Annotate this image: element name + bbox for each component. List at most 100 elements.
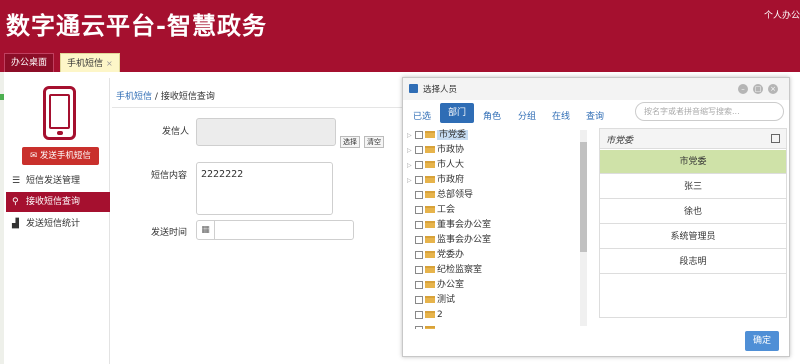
maximize-icon[interactable]: □ (753, 84, 763, 94)
tree-node[interactable] (407, 323, 437, 329)
close-icon[interactable]: × (106, 59, 113, 68)
calendar-icon[interactable]: ▦ (197, 221, 215, 239)
sidebar-item-received-sms-query[interactable]: ⚲ 接收短信查询 (6, 192, 110, 212)
tab-query[interactable]: 查询 (586, 109, 604, 122)
scrollbar-thumb[interactable] (580, 142, 587, 252)
dialog-app-icon (409, 84, 418, 93)
checkbox[interactable] (415, 295, 423, 304)
send-sms-button[interactable]: ✉ 发送手机短信 (22, 147, 99, 165)
select-person-dialog: 选择人员 – □ × 已选 部门 角色 分组 在线 查询 按名字或者拼音缩写搜索… (402, 77, 790, 357)
tree-node[interactable]: 2 (407, 308, 443, 322)
tab-mobile-sms[interactable]: 手机短信 × (60, 53, 120, 72)
tree-scrollbar[interactable] (580, 130, 587, 326)
tab-selected[interactable]: 已选 (413, 109, 431, 122)
expand-indicator-icon[interactable] (0, 94, 4, 100)
tree-node-label: 董事会办公室 (437, 220, 492, 230)
expand-arrow-icon[interactable]: ▷ (407, 129, 415, 143)
tree-node[interactable]: 监事会办公室 (407, 233, 491, 247)
folder-icon (425, 266, 435, 273)
person-item[interactable]: 段志明 (600, 250, 786, 274)
tree-node[interactable]: ▷ 市政协 (407, 143, 464, 157)
person-item[interactable]: 系统管理员 (600, 225, 786, 249)
tree-node[interactable]: 测试 (407, 293, 455, 307)
tree-node[interactable]: 办公室 (407, 278, 464, 292)
select-all-checkbox[interactable] (771, 134, 780, 143)
tab-department[interactable]: 部门 (440, 103, 475, 123)
checkbox[interactable] (415, 130, 423, 139)
tree-node[interactable]: 董事会办公室 (407, 218, 491, 232)
sidebar-item-sms-send-management[interactable]: ☰ 短信发送管理 (6, 171, 110, 191)
minimize-icon[interactable]: – (738, 84, 748, 94)
sidebar-item-sms-statistics[interactable]: ▟ 发送短信统计 (6, 214, 110, 234)
breadcrumb-link[interactable]: 手机短信 (116, 92, 152, 102)
panel-header-title: 市党委 (606, 136, 634, 146)
folder-icon (425, 281, 435, 288)
checkbox[interactable] (415, 205, 423, 214)
sidebar-item-label: 接收短信查询 (26, 197, 81, 207)
tree-node[interactable]: ▷ 市人大 (407, 158, 464, 172)
folder-icon (425, 146, 435, 153)
sender-input[interactable] (196, 118, 336, 146)
person-item[interactable]: 徐也 (600, 200, 786, 224)
dialog-title: 选择人员 (423, 85, 458, 95)
tree-node[interactable]: ▷ 市党委 (407, 128, 469, 143)
checkbox[interactable] (415, 265, 423, 274)
expand-arrow-icon[interactable]: ▷ (407, 159, 415, 173)
tree-node[interactable]: 总部领导 (407, 188, 473, 202)
content-label: 短信内容 (151, 171, 188, 181)
phone-button (57, 131, 63, 135)
tab-online[interactable]: 在线 (552, 109, 570, 122)
user-menu[interactable]: 个人办公 (764, 8, 800, 21)
list-icon: ☰ (12, 176, 21, 186)
confirm-button[interactable]: 确定 (745, 331, 779, 351)
tab-group[interactable]: 分组 (518, 109, 536, 122)
tab-role[interactable]: 角色 (483, 109, 501, 122)
folder-icon (425, 251, 435, 258)
sidebar-item-label: 发送短信统计 (26, 219, 81, 229)
clear-button[interactable]: 清空 (364, 136, 384, 148)
checkbox[interactable] (415, 325, 423, 329)
tree-node-label: 工会 (437, 205, 456, 215)
tree-node-label: 市政协 (437, 145, 465, 155)
checkbox[interactable] (415, 310, 423, 319)
checkbox[interactable] (415, 175, 423, 184)
checkbox[interactable] (415, 220, 423, 229)
time-input[interactable]: ▦ (196, 220, 354, 240)
department-tree: ▷ 市党委 ▷ 市政协 ▷ 市人大 ▷ 市政府 总部领导 工会 董事会办公室 监事会办公… (407, 128, 593, 329)
content-value: 2222222 (201, 169, 244, 180)
breadcrumb-current: 接收短信查询 (160, 92, 215, 102)
expand-arrow-icon[interactable]: ▷ (407, 144, 415, 158)
folder-icon (425, 161, 435, 168)
tree-node[interactable]: ▷ 市政府 (407, 173, 464, 187)
person-item[interactable]: 市党委 (600, 150, 786, 174)
dialog-titlebar[interactable]: 选择人员 – □ × (403, 78, 789, 100)
content-textarea[interactable]: 2222222 (196, 162, 333, 215)
checkbox[interactable] (415, 250, 423, 259)
sender-label: 发信人 (162, 127, 190, 137)
checkbox[interactable] (415, 190, 423, 199)
close-icon[interactable]: × (768, 84, 778, 94)
divider (112, 107, 402, 108)
checkbox[interactable] (415, 235, 423, 244)
tree-node[interactable]: 工会 (407, 203, 455, 217)
expand-arrow-icon[interactable]: ▷ (407, 174, 415, 188)
checkbox[interactable] (415, 160, 423, 169)
tab-label: 办公桌面 (11, 58, 48, 68)
sidebar: ✉ 发送手机短信 ☰ 短信发送管理 ⚲ 接收短信查询 ▟ 发送短信统计 (6, 78, 110, 364)
search-input[interactable]: 按名字或者拼音缩写搜索... (635, 102, 784, 121)
person-item[interactable]: 张三 (600, 175, 786, 199)
tab-office-desktop[interactable]: 办公桌面 (4, 53, 55, 72)
tree-node[interactable]: 纪检监察室 (407, 263, 482, 277)
tree-node-label: 2 (437, 310, 443, 320)
people-panel: 市党委 市党委 张三 徐也 系统管理员 段志明 (599, 128, 787, 318)
mobile-phone-icon (43, 86, 76, 140)
tree-node-label: 测试 (437, 295, 456, 305)
checkbox[interactable] (415, 280, 423, 289)
top-header: 数字通云平台-智慧政务 个人办公 (0, 0, 800, 48)
tree-node-label: 党委办 (437, 250, 465, 260)
select-button[interactable]: 选择 (340, 136, 360, 148)
tree-node[interactable]: 党委办 (407, 248, 464, 262)
checkbox[interactable] (415, 145, 423, 154)
collapse-strip[interactable] (0, 72, 4, 364)
folder-icon (425, 206, 435, 213)
